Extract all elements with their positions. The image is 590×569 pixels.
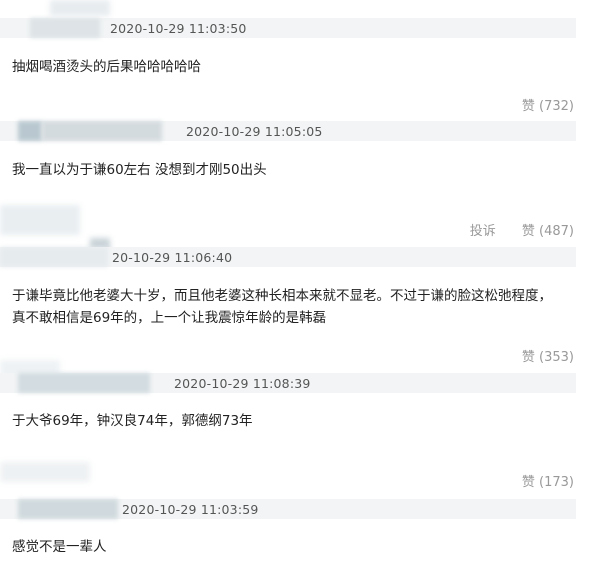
comment-actions: 赞 (173) xyxy=(522,471,574,490)
blurred-avatar xyxy=(0,205,80,235)
comment-actions: 赞 (732) xyxy=(522,95,574,114)
blurred-username xyxy=(18,499,118,519)
comment-timestamp: 20-10-29 11:06:40 xyxy=(112,250,233,265)
blurred-avatar xyxy=(0,247,108,267)
like-button[interactable]: 赞 (173) xyxy=(522,475,574,490)
comment-timestamp: 2020-10-29 11:05:05 xyxy=(186,124,323,139)
blurred-username xyxy=(18,373,150,393)
comment-actions: 赞 (353) xyxy=(522,346,574,365)
comment-text: 感觉不是一辈人 xyxy=(12,539,107,555)
like-button[interactable]: 赞 (487) xyxy=(522,224,574,239)
comment-timestamp: 2020-10-29 11:08:39 xyxy=(174,376,311,391)
comment-meta-bar: 2020-10-29 11:05:05 xyxy=(0,121,576,141)
comment-meta-bar: 2020-10-29 11:03:59 xyxy=(0,499,576,519)
report-button[interactable]: 投诉 xyxy=(470,224,496,239)
comment-text-line: 真不敢相信是69年的，上一个让我震惊年龄的是韩磊 xyxy=(12,310,327,326)
blurred-username xyxy=(50,0,110,16)
blurred-avatar xyxy=(18,121,42,141)
like-button[interactable]: 赞 (732) xyxy=(522,99,574,114)
comment-text: 于大爷69年，钟汉良74年，郭德纲73年 xyxy=(12,413,253,429)
comment-text-line: 于谦毕竟比他老婆大十岁，而且他老婆这种长相本来就不显老。不过于谦的脸这松弛程度， xyxy=(12,288,552,304)
comment-text: 抽烟喝酒烫头的后果哈哈哈哈哈 xyxy=(12,59,201,75)
blurred-avatar xyxy=(30,18,100,38)
blurred-username xyxy=(42,121,162,141)
comment-meta-bar: 20-10-29 11:06:40 xyxy=(0,247,576,267)
like-button[interactable]: 赞 (353) xyxy=(522,350,574,365)
comment-meta-bar: 2020-10-29 11:08:39 xyxy=(0,373,576,393)
comment-timestamp: 2020-10-29 11:03:50 xyxy=(110,21,247,36)
blurred-avatar xyxy=(0,462,90,482)
comment-timestamp: 2020-10-29 11:03:59 xyxy=(122,502,259,517)
comment-text: 我一直以为于谦60左右 没想到才刚50出头 xyxy=(12,162,267,178)
comment-meta-bar: 2020-10-29 11:03:50 xyxy=(0,18,576,38)
comment-actions: 投诉 赞 (487) xyxy=(470,220,574,239)
